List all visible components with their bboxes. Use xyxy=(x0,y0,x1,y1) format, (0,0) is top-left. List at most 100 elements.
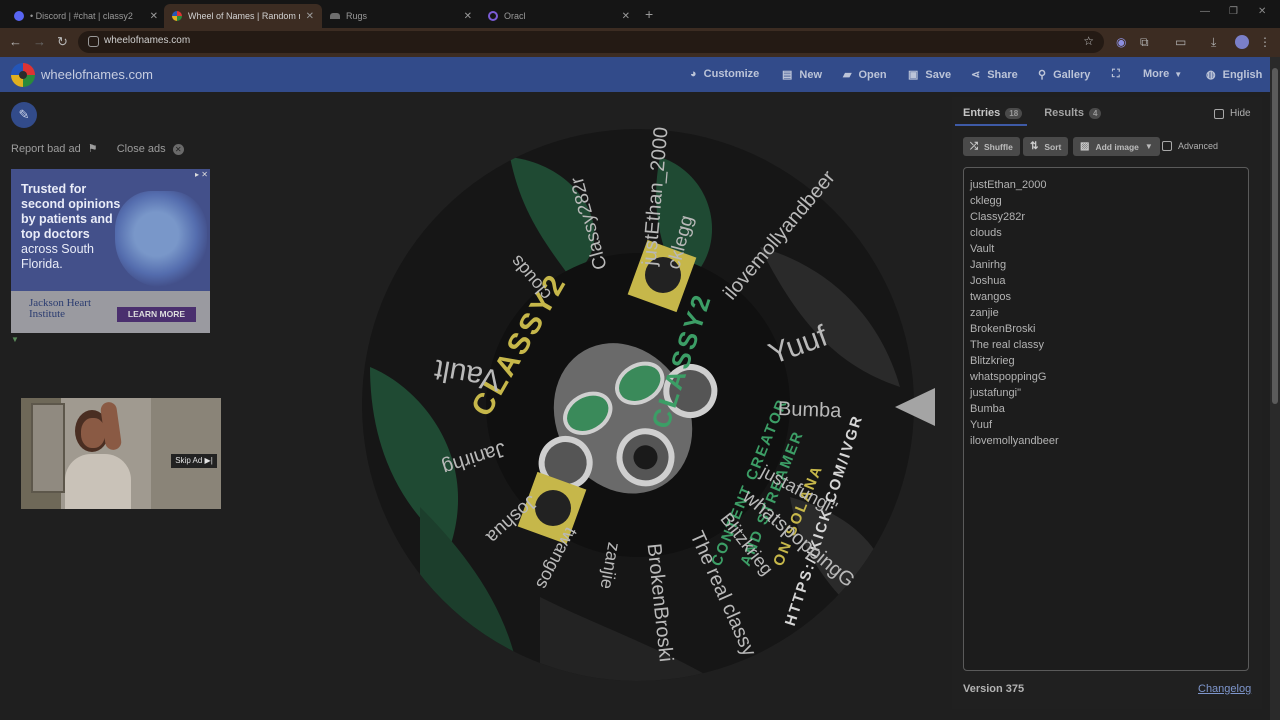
entry-line[interactable]: twangos xyxy=(970,289,1248,305)
minimize-icon[interactable]: — xyxy=(1200,6,1210,17)
learn-more-button[interactable]: LEARN MORE xyxy=(117,307,196,322)
new-button[interactable]: ▤ New xyxy=(782,68,822,82)
heart-illustration xyxy=(115,191,207,287)
gallery-button[interactable]: ⚲ Gallery xyxy=(1038,68,1090,82)
entry-line[interactable]: zanjie xyxy=(970,305,1248,321)
cast-icon[interactable]: ▭ xyxy=(1175,35,1186,49)
entry-line[interactable]: Joshua xyxy=(970,273,1248,289)
wheel[interactable]: CLASSY2 CLASSY2 CONTENT CREATOR AND STRE… xyxy=(360,126,916,683)
search-icon: ⚲ xyxy=(1038,69,1047,81)
wheel-logo-icon[interactable] xyxy=(11,63,35,87)
entry-line[interactable]: The real classy xyxy=(970,337,1248,353)
extension-icon[interactable]: ◉ xyxy=(1116,35,1126,49)
brand-name[interactable]: wheelofnames.com xyxy=(41,67,153,82)
close-tab-icon[interactable]: ✕ xyxy=(306,11,314,22)
tab-results[interactable]: Results 4 xyxy=(1044,107,1102,119)
entry-line[interactable]: BrokenBroski xyxy=(970,321,1248,337)
chevron-down-icon: ▼ xyxy=(1144,142,1153,151)
new-file-icon: ▤ xyxy=(782,69,793,81)
share-icon: ⋖ xyxy=(971,69,981,81)
download-icon[interactable]: ⤓ xyxy=(1211,35,1216,50)
browser-tab-discord[interactable]: • Discord | #chat | classy2 ✕ xyxy=(6,4,166,28)
shuffle-icon: ⤮ xyxy=(970,141,978,152)
browser-tab-wheel-of-names[interactable]: Wheel of Names | Random nam ✕ xyxy=(164,4,322,28)
customize-button[interactable]: ◕ Customize xyxy=(690,68,759,80)
more-menu-button[interactable]: More ▼ xyxy=(1143,68,1182,80)
ad-controls: Report bad ad ⚑ Close ads ✕ xyxy=(11,142,188,155)
share-button[interactable]: ⋖ Share xyxy=(971,68,1018,82)
ad-banner-jackson[interactable]: Trusted for second opinions by patients … xyxy=(11,169,210,333)
fullscreen-button[interactable]: ⛶ xyxy=(1112,68,1127,81)
back-icon[interactable]: ← xyxy=(9,34,22,49)
entry-line[interactable]: cklegg xyxy=(970,193,1248,209)
flag-icon[interactable]: ⚑ xyxy=(88,143,98,155)
entry-line[interactable]: Yuuf xyxy=(970,417,1248,433)
browser-tab-oracl[interactable]: Oracl ✕ xyxy=(480,4,638,28)
palette-icon: ◕ xyxy=(690,68,697,80)
browser-toolbar: ← → ↻ wheelofnames.com ☆ ◉ ⧉ ▭ ⤓ ⋮ xyxy=(0,28,1280,57)
ad-brand-logo: Jackson Heart Institute xyxy=(29,297,92,320)
entries-count-badge: 18 xyxy=(1005,107,1023,119)
entry-line[interactable]: justafungi" xyxy=(970,385,1248,401)
video-person xyxy=(65,410,131,509)
entry-line[interactable]: clouds xyxy=(970,225,1248,241)
close-window-icon[interactable]: ✕ xyxy=(1258,6,1266,17)
ad-choices-icon[interactable]: ▸ ✕ xyxy=(195,170,208,179)
report-bad-ad-link[interactable]: Report bad ad xyxy=(11,143,81,155)
skip-ad-button[interactable]: Skip Ad ▶| xyxy=(171,454,217,468)
results-count-badge: 4 xyxy=(1088,107,1102,119)
browser-menu-icon[interactable]: ⋮ xyxy=(1259,35,1271,49)
open-button[interactable]: ▰ Open xyxy=(843,68,887,82)
video-ad[interactable]: Skip Ad ▶| xyxy=(21,398,221,509)
new-tab-icon[interactable]: + xyxy=(645,6,653,22)
close-ads-icon[interactable]: ✕ xyxy=(172,144,184,155)
forward-icon[interactable]: → xyxy=(33,34,46,49)
entry-line[interactable]: Vault xyxy=(970,241,1248,257)
entry-line[interactable]: whatspoppingG xyxy=(970,369,1248,385)
shuffle-button[interactable]: ⤮ Shuffle xyxy=(963,137,1020,156)
save-button[interactable]: ▣ Save xyxy=(908,68,951,82)
advanced-checkbox[interactable]: Advanced xyxy=(1162,141,1218,151)
tab-entries[interactable]: Entries 18 xyxy=(963,107,1023,119)
address-bar[interactable]: wheelofnames.com ☆ xyxy=(78,31,1104,53)
wheel-segment-label: Bumba xyxy=(777,397,842,423)
extensions-puzzle-icon[interactable]: ⧉ xyxy=(1140,35,1149,50)
fullscreen-icon: ⛶ xyxy=(1112,68,1120,80)
profile-avatar[interactable] xyxy=(1235,35,1249,49)
entry-line[interactable]: Blitzkrieg xyxy=(970,353,1248,369)
close-tab-icon[interactable]: ✕ xyxy=(464,11,472,22)
checkbox-icon[interactable] xyxy=(1214,108,1224,119)
scrollbar-thumb[interactable] xyxy=(1272,68,1278,404)
edit-pencil-button[interactable]: ✎ xyxy=(11,102,37,128)
discord-icon xyxy=(14,11,24,21)
changelog-link[interactable]: Changelog xyxy=(1198,683,1251,695)
reload-icon[interactable]: ↻ xyxy=(57,34,68,50)
checkbox-icon[interactable] xyxy=(1162,141,1172,151)
browser-tab-strip: • Discord | #chat | classy2 ✕ Wheel of N… xyxy=(0,0,1280,28)
ad-choices-marker-icon[interactable]: ▼ xyxy=(11,335,19,344)
globe-icon: ◍ xyxy=(1206,69,1216,81)
oracl-icon xyxy=(488,11,498,21)
entry-line[interactable]: justEthan_2000 xyxy=(970,177,1248,193)
hide-checkbox[interactable]: Hide xyxy=(1214,108,1251,119)
sort-button[interactable]: ⇅ Sort xyxy=(1023,137,1069,156)
bookmark-star-icon[interactable]: ☆ xyxy=(1083,34,1094,48)
save-icon: ▣ xyxy=(908,69,919,81)
sort-icon: ⇅ xyxy=(1030,141,1039,152)
maximize-icon[interactable]: ❐ xyxy=(1229,6,1238,17)
entry-line[interactable]: ilovemollyandbeer xyxy=(970,433,1248,449)
close-tab-icon[interactable]: ✕ xyxy=(622,11,630,22)
close-ads-link[interactable]: Close ads xyxy=(117,143,166,155)
site-info-icon[interactable] xyxy=(88,36,99,47)
solana-icon xyxy=(535,490,571,526)
language-button[interactable]: ◍ English xyxy=(1206,68,1262,82)
browser-tab-rugs[interactable]: Rugs ✕ xyxy=(322,4,480,28)
entries-textarea[interactable]: justEthan_2000 cklegg Classy282r clouds Vaul… xyxy=(963,167,1249,671)
add-image-button[interactable]: ▨ Add image ▼ xyxy=(1073,137,1160,156)
entry-line[interactable]: Bumba xyxy=(970,401,1248,417)
close-tab-icon[interactable]: ✕ xyxy=(150,11,158,22)
panel-tabs: Entries 18 Results 4 xyxy=(963,107,1123,119)
version-label: Version 375 xyxy=(963,683,1025,695)
entry-line[interactable]: Janirhg xyxy=(970,257,1248,273)
entry-line[interactable]: Classy282r xyxy=(970,209,1248,225)
